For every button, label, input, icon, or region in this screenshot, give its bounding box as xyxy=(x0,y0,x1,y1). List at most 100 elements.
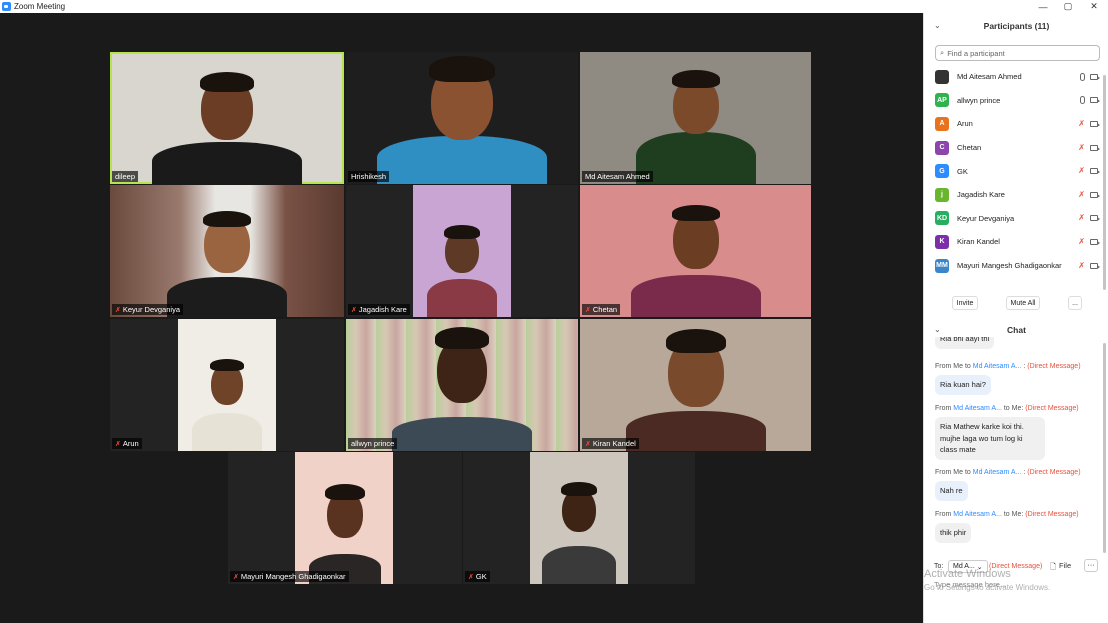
collapse-chevron-icon[interactable]: ⌄ xyxy=(934,13,941,39)
video-tile[interactable]: allwyn prince xyxy=(346,319,578,451)
participant-scrollbar[interactable] xyxy=(1103,75,1106,290)
participant-name: Kiran Kandel xyxy=(957,237,1000,247)
video-tile[interactable]: ✗ Keyur Devganiya xyxy=(110,185,344,317)
participant-name: Mayuri Mangesh Ghadigaonkar xyxy=(957,261,1062,271)
mic-muted-icon[interactable]: ✗ xyxy=(1078,167,1085,175)
participants-header: ⌄ Participants (11) xyxy=(924,13,1108,39)
participant-nametag: Md Aitesam Ahmed xyxy=(582,171,653,182)
video-camera-icon[interactable] xyxy=(1090,120,1100,127)
mic-muted-icon[interactable]: ✗ xyxy=(1078,190,1085,199)
mic-muted-icon[interactable]: ✗ xyxy=(1078,261,1085,270)
chat-message-bubble: Ria kuan hai? xyxy=(935,375,991,395)
chat-message-meta: From Md Aitesam A... to Me: (Direct Mess… xyxy=(935,511,1079,518)
avatar: KD xyxy=(935,211,949,226)
participant-status: ✗ xyxy=(1078,214,1100,222)
search-icon: ⌕ xyxy=(940,48,945,57)
video-camera-icon[interactable] xyxy=(1090,238,1100,245)
chat-header: ⌄ Chat xyxy=(934,323,1026,337)
microphone-icon[interactable] xyxy=(1080,72,1085,81)
chat-message-bubble: Ria Mathew karke koi thi. mujhe laga wo … xyxy=(935,417,1045,460)
video-tile[interactable]: ✗ Chetan xyxy=(580,185,811,317)
participant-name: GK xyxy=(957,166,968,176)
more-options-button[interactable]: ... xyxy=(1068,296,1082,310)
video-tile[interactable]: Md Aitesam Ahmed xyxy=(580,52,811,184)
participant-nametag: ✗ Jagadish Kare xyxy=(348,304,410,315)
participant-row[interactable]: G GK ✗ xyxy=(924,159,1102,183)
file-button[interactable]: 🗋 File xyxy=(1050,561,1071,574)
video-tile[interactable]: ✗ Mayuri Mangesh Ghadigaonkar xyxy=(228,452,462,584)
mic-muted-icon[interactable]: ✗ xyxy=(1078,119,1085,128)
chat-message-meta: From Me to Md Aitesam A... : (Direct Mes… xyxy=(935,363,1081,370)
avatar: A xyxy=(935,116,949,131)
participant-row[interactable]: C Chetan ✗ xyxy=(924,136,1102,160)
participant-status: ✗ xyxy=(1078,119,1100,128)
participant-name: Keyur Devganiya xyxy=(957,213,1015,223)
video-camera-icon[interactable] xyxy=(1090,168,1100,175)
video-tile[interactable]: ✗ Arun xyxy=(110,319,344,451)
participant-status: ✗ xyxy=(1078,237,1100,246)
avatar: G xyxy=(935,164,949,179)
participant-row[interactable]: j Jagadish Kare ✗ xyxy=(924,183,1102,207)
video-camera-icon[interactable] xyxy=(1090,144,1100,151)
chat-scrollbar[interactable] xyxy=(1103,343,1106,553)
participant-name: Md Aitesam Ahmed xyxy=(957,72,1022,82)
participant-nametag: ✗ Mayuri Mangesh Ghadigaonkar xyxy=(230,571,349,582)
chat-message-meta: From Md Aitesam A... to Me: (Direct Mess… xyxy=(935,405,1079,412)
participant-row[interactable]: Md Aitesam Ahmed xyxy=(924,65,1102,89)
video-camera-icon[interactable] xyxy=(1090,97,1100,104)
video-tile[interactable]: ✗ Jagadish Kare xyxy=(346,185,578,317)
participant-nametag: ✗ Arun xyxy=(112,438,142,449)
video-tile[interactable]: ✗ GK xyxy=(463,452,695,584)
video-gallery: dileep Hrishikesh Md Aitesam Ahmed ✗ Keyu… xyxy=(0,13,923,623)
mic-muted-icon[interactable]: ✗ xyxy=(1078,214,1085,222)
mic-muted-icon: ✗ xyxy=(585,306,591,314)
title-bar: Zoom Meeting — ▢ ✕ xyxy=(0,0,1108,13)
participant-row[interactable]: MM Mayuri Mangesh Ghadigaonkar ✗ xyxy=(924,254,1102,278)
invite-button[interactable]: Invite xyxy=(952,296,978,310)
mic-muted-icon: ✗ xyxy=(115,306,121,314)
video-camera-icon[interactable] xyxy=(1090,262,1100,269)
participant-nametag: ✗ Keyur Devganiya xyxy=(112,304,183,315)
chat-message-bubble: Ria bhi aayi thi xyxy=(935,337,995,349)
chat-message-meta: From Me to Md Aitesam A... : (Direct Mes… xyxy=(935,469,1081,476)
mic-muted-icon: ✗ xyxy=(585,440,591,448)
participant-row[interactable]: K Kiran Kandel ✗ xyxy=(924,230,1102,254)
video-camera-icon[interactable] xyxy=(1090,215,1100,222)
participant-row[interactable]: AP allwyn prince xyxy=(924,89,1102,113)
video-tile[interactable]: Hrishikesh xyxy=(346,52,578,184)
participant-status xyxy=(1080,96,1100,105)
mic-muted-icon[interactable]: ✗ xyxy=(1078,143,1085,152)
avatar: C xyxy=(935,140,949,155)
video-tile[interactable]: dileep xyxy=(110,52,344,184)
video-camera-icon[interactable] xyxy=(1090,191,1100,198)
collapse-chevron-icon[interactable]: ⌄ xyxy=(934,323,941,337)
window-title: Zoom Meeting xyxy=(14,2,66,11)
participant-row[interactable]: KD Keyur Devganiya ✗ xyxy=(924,207,1102,231)
activate-windows-subtitle: Go to Settings to activate Windows. xyxy=(924,583,1051,592)
minimize-button[interactable]: — xyxy=(1030,0,1056,13)
mic-muted-icon[interactable]: ✗ xyxy=(1078,237,1085,246)
participant-nametag: allwyn prince xyxy=(348,438,398,449)
close-button[interactable]: ✕ xyxy=(1081,0,1107,13)
participant-nametag: ✗ Kiran Kandel xyxy=(582,438,639,449)
activate-windows-watermark: Activate Windows xyxy=(924,568,1011,580)
mic-muted-icon: ✗ xyxy=(233,573,239,581)
mute-all-button[interactable]: Mute All xyxy=(1006,296,1040,310)
participant-row[interactable]: A Arun ✗ xyxy=(924,112,1102,136)
chat-messages: Ria bhi aayi thi From Me to Md Aitesam A… xyxy=(924,337,1102,559)
avatar: AP xyxy=(935,93,949,108)
mic-muted-icon: ✗ xyxy=(351,306,357,314)
mic-muted-icon: ✗ xyxy=(115,440,121,448)
participant-status: ✗ xyxy=(1078,143,1100,152)
video-tile[interactable]: ✗ Kiran Kandel xyxy=(580,319,811,451)
maximize-button[interactable]: ▢ xyxy=(1055,0,1081,13)
avatar: K xyxy=(935,234,949,249)
microphone-icon[interactable] xyxy=(1080,96,1085,105)
video-camera-icon[interactable] xyxy=(1090,73,1100,80)
participant-list: Md Aitesam Ahmed AP allwyn prince A Arun ✗ C Ch… xyxy=(924,65,1102,277)
chat-more-button[interactable]: ··· xyxy=(1084,559,1098,572)
participant-name: Chetan xyxy=(957,143,982,153)
participant-search-input[interactable]: ⌕ Find a participant xyxy=(935,45,1100,61)
avatar xyxy=(935,69,949,84)
participant-name: allwyn prince xyxy=(957,95,1001,105)
